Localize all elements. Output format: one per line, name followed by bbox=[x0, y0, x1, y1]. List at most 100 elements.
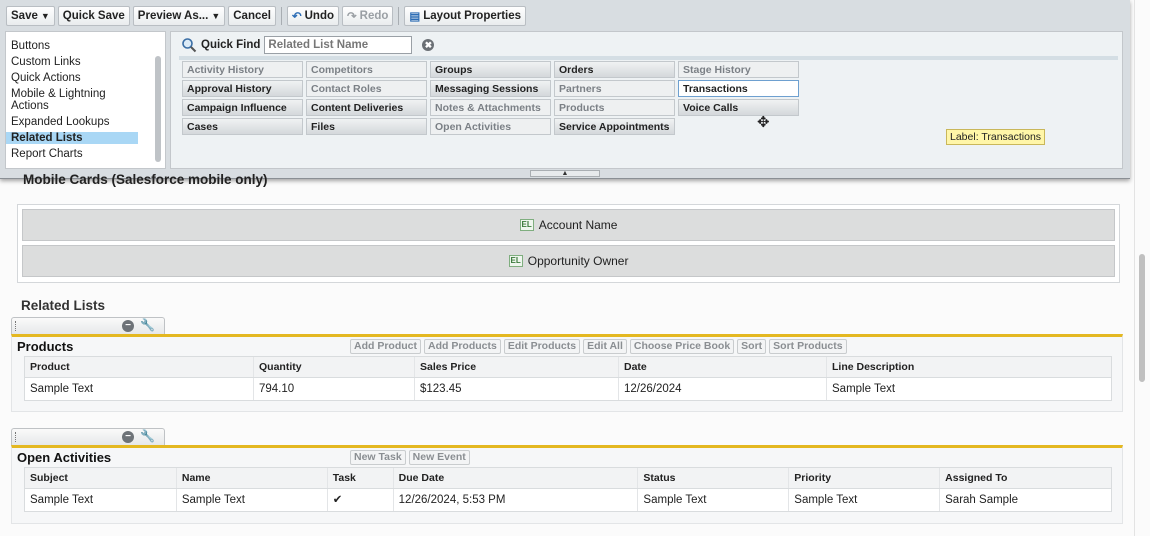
clear-icon[interactable]: ✖ bbox=[422, 39, 435, 51]
related-list-button[interactable]: Edit All bbox=[583, 339, 627, 354]
category-item[interactable]: Expanded Lookups bbox=[6, 116, 138, 128]
column-header: Sales Price bbox=[414, 357, 618, 377]
related-list-button[interactable]: New Event bbox=[408, 450, 470, 465]
palette-item[interactable]: Messaging Sessions bbox=[430, 80, 551, 97]
table-cell: ✔ bbox=[326, 489, 393, 511]
layout-properties-button[interactable]: ▤ Layout Properties bbox=[404, 6, 527, 26]
undo-button[interactable]: ↶ Undo bbox=[286, 6, 339, 26]
layout-properties-icon: ▤ bbox=[409, 11, 421, 23]
palette-items-panel: Quick Find Related List Name ✖ Activity … bbox=[170, 31, 1123, 169]
redo-label: Redo bbox=[359, 10, 389, 22]
wrench-icon[interactable]: 🔧 bbox=[140, 429, 155, 443]
column-header: Status bbox=[637, 468, 788, 488]
palette-item[interactable]: Open Activities bbox=[430, 118, 551, 135]
search-icon bbox=[182, 38, 197, 53]
mobile-card-field-label: Account Name bbox=[538, 218, 618, 232]
palette-item[interactable]: Activity History bbox=[182, 61, 303, 78]
related-list-buttons: Add Product Add Products Edit Products Edit… bbox=[350, 339, 847, 354]
related-list-button[interactable]: New Task bbox=[350, 450, 406, 465]
quick-find-label: Quick Find bbox=[201, 39, 261, 51]
save-button[interactable]: Save ▼ bbox=[6, 6, 55, 26]
related-list-button[interactable]: Sort bbox=[737, 339, 767, 354]
related-list-header-tab[interactable]: − 🔧 bbox=[11, 428, 165, 445]
category-item[interactable]: Quick Actions bbox=[6, 72, 138, 84]
palette-item[interactable]: Notes & Attachments bbox=[430, 99, 551, 116]
chevron-down-icon[interactable]: ▼ bbox=[41, 11, 50, 21]
palette-item[interactable]: Competitors bbox=[306, 61, 427, 78]
save-label: Save bbox=[11, 10, 38, 22]
palette-item[interactable]: Products bbox=[554, 99, 675, 116]
category-item[interactable]: Report Charts bbox=[6, 148, 138, 160]
category-item[interactable]: Related Lists bbox=[6, 132, 138, 144]
related-list-button[interactable]: Sort Products bbox=[769, 339, 847, 354]
mobile-card-field-label: Opportunity Owner bbox=[527, 254, 629, 268]
drag-grip-icon[interactable] bbox=[15, 321, 17, 331]
palette-resize-handle[interactable]: ▲ bbox=[530, 170, 600, 177]
related-list-name: Products bbox=[17, 339, 74, 354]
palette-item[interactable]: Stage History bbox=[678, 61, 799, 78]
undo-label: Undo bbox=[304, 10, 334, 22]
page-scrollbar[interactable] bbox=[1134, 0, 1150, 536]
tooltip: Label: Transactions bbox=[946, 129, 1046, 145]
related-list-table: Product Quantity Sales Price Date Line Descr… bbox=[24, 356, 1112, 401]
palette-item[interactable]: Approval History bbox=[182, 80, 303, 97]
related-list-table: Subject Name Task Due Date Status Priority Ass… bbox=[24, 467, 1112, 512]
mobile-card-field[interactable]: EL Opportunity Owner bbox=[22, 245, 1115, 277]
related-list-button[interactable]: Choose Price Book bbox=[629, 339, 735, 354]
palette-item[interactable]: Orders bbox=[554, 61, 675, 78]
category-item[interactable]: Buttons bbox=[6, 40, 138, 52]
palette-item[interactable]: Voice Calls bbox=[678, 99, 799, 116]
table-cell: 794.10 bbox=[253, 378, 414, 400]
palette-item[interactable]: Contact Roles bbox=[306, 80, 427, 97]
column-header: Product bbox=[30, 361, 70, 373]
mobile-cards-title: Mobile Cards (Salesforce mobile only) bbox=[23, 172, 268, 187]
chevron-down-icon: ▼ bbox=[211, 11, 221, 21]
preview-as-button[interactable]: Preview As... ▼ bbox=[132, 6, 226, 26]
related-list-header-tab[interactable]: − 🔧 bbox=[11, 317, 165, 334]
category-item[interactable]: Mobile & Lightning Actions bbox=[6, 88, 138, 112]
column-header: Subject bbox=[30, 472, 68, 484]
palette-item[interactable]: Content Deliveries bbox=[306, 99, 427, 116]
redo-button[interactable]: ↷ Redo bbox=[342, 6, 394, 26]
column-header: Line Description bbox=[826, 357, 1111, 377]
category-scrollbar[interactable] bbox=[155, 56, 161, 162]
drag-grip-icon[interactable] bbox=[15, 432, 17, 442]
undo-icon: ↶ bbox=[291, 11, 302, 23]
mobile-cards-section: EL Account Name EL Opportunity Owner bbox=[17, 204, 1120, 283]
column-header: Date bbox=[618, 357, 826, 377]
palette-grid: Activity History Competitors Groups Orders S… bbox=[182, 61, 799, 135]
remove-icon[interactable]: − bbox=[122, 431, 134, 443]
toolbar: Save ▼ Quick Save Preview As... ▼ Cancel ↶… bbox=[6, 5, 527, 27]
table-cell: Sample Text bbox=[175, 489, 327, 511]
related-list-button[interactable]: Add Product bbox=[350, 339, 421, 354]
quick-find-divider bbox=[179, 56, 1118, 60]
quick-find-input[interactable]: Related List Name bbox=[264, 36, 413, 54]
related-list-name: Open Activities bbox=[17, 450, 112, 465]
remove-icon[interactable]: − bbox=[122, 320, 134, 332]
mobile-card-field[interactable]: EL Account Name bbox=[22, 209, 1115, 241]
column-header: Task bbox=[326, 468, 393, 488]
table-header-row: Product Quantity Sales Price Date Line Descr… bbox=[25, 357, 1111, 378]
palette-item[interactable]: Groups bbox=[430, 61, 551, 78]
table-cell: 12/26/2024, 5:53 PM bbox=[392, 489, 638, 511]
table-header-row: Subject Name Task Due Date Status Priority Ass… bbox=[25, 468, 1111, 489]
category-item[interactable]: Custom Links bbox=[6, 56, 138, 68]
redo-icon: ↷ bbox=[347, 11, 357, 23]
cancel-button[interactable]: Cancel bbox=[228, 6, 276, 26]
palette-item[interactable]: Partners bbox=[554, 80, 675, 97]
preview-as-label: Preview As... bbox=[137, 10, 209, 22]
palette-item[interactable]: Service Appointments bbox=[554, 118, 675, 135]
palette-item[interactable]: Transactions bbox=[678, 80, 799, 97]
quick-save-button[interactable]: Quick Save bbox=[57, 6, 130, 26]
column-header: Quantity bbox=[253, 357, 414, 377]
scrollbar-thumb[interactable] bbox=[1139, 254, 1145, 382]
related-list-button[interactable]: Edit Products bbox=[503, 339, 581, 354]
related-list-button[interactable]: Add Products bbox=[424, 339, 501, 354]
palette-item[interactable]: Files bbox=[306, 118, 427, 135]
palette-item[interactable]: Campaign Influence bbox=[182, 99, 303, 116]
table-cell: 12/26/2024 bbox=[618, 378, 826, 400]
column-header: Priority bbox=[788, 468, 939, 488]
wrench-icon[interactable]: 🔧 bbox=[140, 318, 155, 332]
table-cell: $123.45 bbox=[414, 378, 618, 400]
palette-item[interactable]: Cases bbox=[182, 118, 303, 135]
